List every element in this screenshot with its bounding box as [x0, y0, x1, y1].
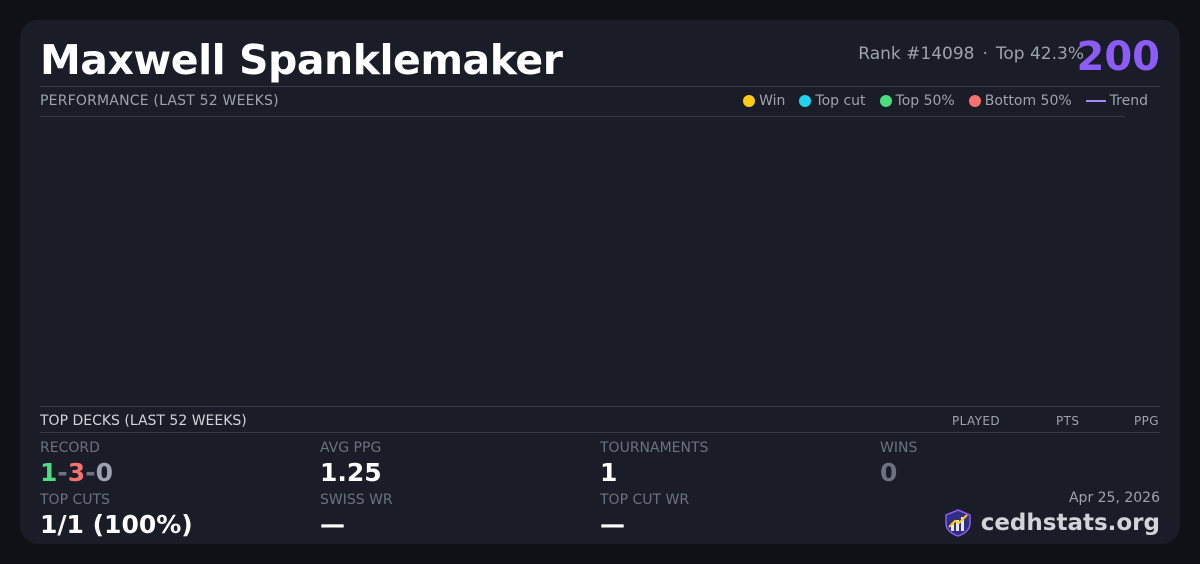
rank-text: Rank #14098: [858, 44, 975, 64]
legend-trend-label: Trend: [1109, 93, 1148, 109]
legend-top-50-dot-icon: [879, 95, 892, 107]
column-header-pts: PTS: [1056, 414, 1080, 428]
legend-item-top-cut: Top cut: [799, 93, 866, 109]
record-label: RECORD: [40, 440, 100, 456]
legend-item-top-50: Top 50%: [879, 93, 955, 109]
avg-ppg-value: 1.25: [320, 458, 382, 487]
top-percent-text: Top 42.3%: [995, 44, 1084, 64]
top-cut-wr-label: TOP CUT WR: [600, 492, 690, 508]
record-separator-1: -: [57, 458, 68, 487]
chart-bottom-divider: [40, 406, 1160, 407]
decks-divider: [40, 432, 1160, 433]
performance-legend: Win Top cut Top 50% Bottom 50% Trend: [743, 93, 1148, 109]
player-name: Maxwell Spanklemaker: [40, 36, 563, 84]
top-cuts-value: 1/1 (100%): [40, 510, 193, 539]
brand-name: cedhstats.org: [980, 510, 1160, 536]
legend-trend-line-icon: [1085, 100, 1106, 102]
record-wins: 1: [40, 458, 58, 487]
column-header-played: PLAYED: [952, 414, 1001, 428]
swiss-wr-label: SWISS WR: [320, 492, 393, 508]
top-cut-wr-value: —: [600, 510, 625, 539]
brand-logo[interactable]: cedhstats.org: [943, 508, 1160, 538]
snapshot-date: Apr 25, 2026: [1068, 490, 1160, 506]
player-card: Maxwell Spanklemaker Rank #14098 · Top 42.…: [20, 20, 1180, 544]
record-draws: 0: [95, 458, 113, 487]
legend-bottom-50-label: Bottom 50%: [984, 93, 1072, 109]
tournaments-label: TOURNAMENTS: [600, 440, 709, 456]
header-divider: [40, 86, 1160, 87]
top-decks-title: TOP DECKS (LAST 52 WEEKS): [40, 413, 247, 429]
legend-item-win: Win: [743, 93, 785, 109]
performance-chart-area: [40, 117, 1125, 405]
column-header-ppg: PPG: [1134, 414, 1159, 428]
record-value: 1-3-0: [40, 458, 113, 487]
top-cuts-label: TOP CUTS: [40, 492, 110, 508]
tournaments-value: 1: [600, 458, 618, 487]
legend-item-bottom-50: Bottom 50%: [968, 93, 1072, 109]
swiss-wr-value: —: [320, 510, 345, 539]
legend-win-label: Win: [759, 93, 786, 109]
legend-item-trend: Trend: [1085, 93, 1148, 109]
wins-label: WINS: [880, 440, 918, 456]
legend-top-50-label: Top 50%: [895, 93, 955, 109]
legend-top-cut-label: Top cut: [815, 93, 866, 109]
avg-ppg-label: AVG PPG: [320, 440, 382, 456]
rank-line: Rank #14098 · Top 42.3%: [858, 44, 1084, 64]
record-separator-2: -: [85, 458, 96, 487]
legend-bottom-50-dot-icon: [968, 95, 981, 107]
record-losses: 3: [67, 458, 86, 487]
performance-title: PERFORMANCE (LAST 52 WEEKS): [40, 93, 279, 109]
player-score: 200: [1076, 34, 1161, 80]
wins-value: 0: [880, 458, 898, 487]
legend-top-cut-dot-icon: [799, 95, 812, 107]
rank-separator: ·: [982, 44, 988, 64]
shield-chart-icon: [944, 509, 971, 537]
legend-win-dot-icon: [743, 95, 756, 107]
